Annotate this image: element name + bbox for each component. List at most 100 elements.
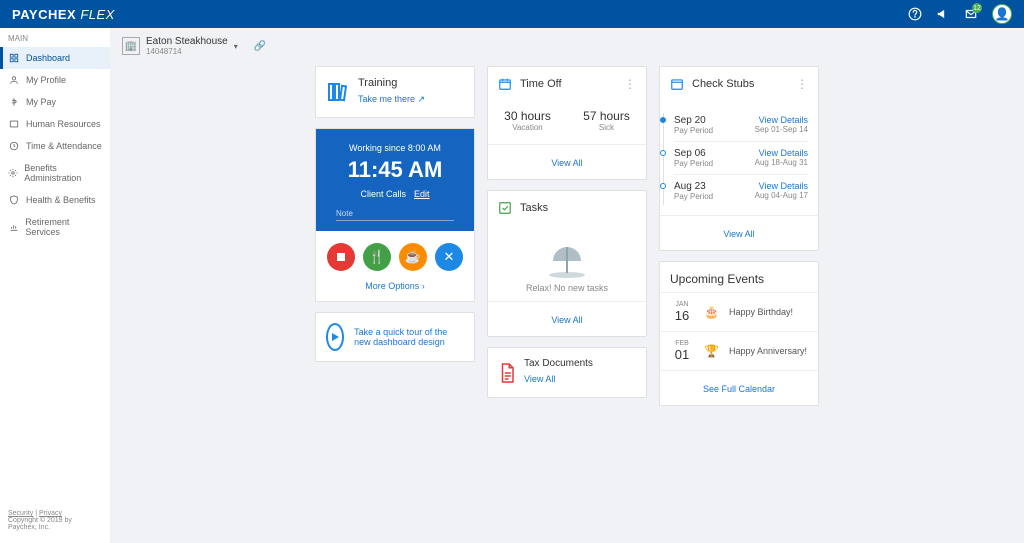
stub-item[interactable]: Aug 23Pay Period View DetailsAug 04-Aug … [674, 175, 808, 207]
stub-details-link[interactable]: View Details [755, 115, 808, 125]
stub-item[interactable]: Sep 20Pay Period View DetailsSep 01-Sep … [674, 109, 808, 142]
timeoff-view-all[interactable]: View All [551, 158, 582, 168]
megaphone-icon[interactable] [936, 7, 950, 21]
transfer-button[interactable]: ✕ [435, 243, 463, 271]
stub-date: Aug 23 [674, 181, 713, 192]
break-button[interactable]: ☕ [399, 243, 427, 271]
tour-card: Take a quick tour of the new dashboard d… [315, 312, 475, 362]
sidebar-item-label: My Pay [26, 97, 56, 107]
cake-icon: 🎂 [704, 305, 719, 319]
company-id: 14048714 [146, 47, 228, 56]
event-item[interactable]: JAN16 🎂 Happy Birthday! [660, 292, 818, 331]
timeline-dot-icon [660, 150, 666, 156]
events-title: Upcoming Events [660, 262, 818, 292]
clock-since: Working since 8:00 AM [326, 143, 464, 153]
tasks-empty-text: Relax! No new tasks [488, 283, 646, 293]
sidebar-item-label: Time & Attendance [26, 141, 102, 151]
notif-badge: 12 [972, 3, 982, 13]
vacation-hours: 30 hours [504, 109, 551, 123]
stubs-view-all[interactable]: View All [723, 229, 754, 239]
tour-link[interactable]: Take a quick tour of the new dashboard d… [354, 327, 464, 347]
vacation-label: Vacation [504, 123, 551, 132]
see-full-calendar[interactable]: See Full Calendar [703, 384, 775, 394]
meal-button[interactable]: 🍴 [363, 243, 391, 271]
stub-details-link[interactable]: View Details [755, 181, 808, 191]
avatar[interactable]: 👤 [992, 4, 1012, 24]
sidebar-item-benefits-admin[interactable]: Benefits Administration [0, 157, 110, 189]
sidebar-item-label: Dashboard [26, 53, 70, 63]
event-day: 01 [670, 347, 694, 362]
training-title: Training [358, 77, 425, 89]
stub-range: Aug 18-Aug 31 [755, 158, 808, 167]
sick-label: Sick [583, 123, 630, 132]
sidebar-item-my-profile[interactable]: My Profile [0, 69, 110, 91]
event-label: Happy Anniversary! [729, 346, 807, 356]
more-options-link[interactable]: More Options › [316, 277, 474, 301]
trophy-icon: 🏆 [704, 344, 719, 358]
sidebar: MAIN Dashboard My Profile My Pay Human R… [0, 28, 110, 543]
clock-card: Working since 8:00 AM 11:45 AM Client Ca… [315, 128, 475, 302]
calendar-icon [670, 77, 684, 91]
header-actions: 12 👤 [908, 4, 1012, 24]
footer-privacy-link[interactable]: Privacy [39, 510, 62, 517]
help-icon[interactable] [908, 7, 922, 21]
sidebar-item-my-pay[interactable]: My Pay [0, 91, 110, 113]
clock-icon [8, 141, 20, 151]
company-name: Eaton Steakhouse [146, 36, 228, 47]
more-icon[interactable]: ⋮ [796, 77, 808, 91]
dashboard-icon [8, 53, 20, 63]
tasks-view-all[interactable]: View All [551, 315, 582, 325]
stop-button[interactable] [327, 243, 355, 271]
tax-title: Tax Documents [524, 358, 593, 369]
stub-details-link[interactable]: View Details [755, 148, 808, 158]
calendar-icon [498, 77, 512, 91]
sidebar-item-time[interactable]: Time & Attendance [0, 135, 110, 157]
play-button[interactable] [326, 323, 344, 351]
clock-time: 11:45 AM [326, 157, 464, 183]
sidebar-item-dashboard[interactable]: Dashboard [0, 47, 110, 69]
tasks-card: Tasks Relax! No new tasks View All [487, 190, 647, 337]
sidebar-item-label: Retirement Services [25, 217, 102, 237]
sidebar-item-retirement[interactable]: Retirement Services [0, 211, 110, 243]
brand-name: PAYCHEX [12, 7, 76, 22]
timeoff-title: Time Off [520, 78, 616, 90]
hr-icon [8, 119, 20, 129]
training-link[interactable]: Take me there ↗ [358, 94, 425, 104]
sidebar-item-label: Benefits Administration [24, 163, 102, 183]
events-card: Upcoming Events JAN16 🎂 Happy Birthday! … [659, 261, 819, 406]
clock-note-input[interactable]: Note [336, 209, 454, 221]
app-header: PAYCHEX FLEX 12 👤 [0, 0, 1024, 28]
tax-view-all[interactable]: View All [524, 374, 555, 384]
more-icon[interactable]: ⋮ [624, 77, 636, 91]
mail-icon[interactable]: 12 [964, 7, 978, 21]
clock-activity: Client Calls [360, 189, 406, 199]
timeline-dot-icon [660, 183, 666, 189]
event-month: FEB [670, 340, 694, 347]
event-item[interactable]: FEB01 🏆 Happy Anniversary! [660, 331, 818, 370]
sidebar-item-label: My Profile [26, 75, 66, 85]
stubs-title: Check Stubs [692, 78, 788, 90]
footer-security-link[interactable]: Security [8, 510, 33, 517]
event-label: Happy Birthday! [729, 307, 793, 317]
link-icon[interactable]: 🔗 [254, 41, 266, 52]
books-icon [326, 80, 350, 104]
document-icon [498, 362, 516, 384]
timeoff-card: Time Off ⋮ 30 hours Vacation 57 hours Si… [487, 66, 647, 180]
profile-icon [8, 75, 20, 85]
sidebar-item-health[interactable]: Health & Benefits [0, 189, 110, 211]
logo: PAYCHEX FLEX [12, 7, 115, 22]
building-icon: 🏢 [122, 37, 140, 55]
main-content: 🏢 Eaton Steakhouse 14048714 ▾ 🔗 Training [110, 28, 1024, 543]
event-day: 16 [670, 308, 694, 323]
sidebar-item-hr[interactable]: Human Resources [0, 113, 110, 135]
chevron-down-icon[interactable]: ▾ [234, 42, 238, 51]
check-icon [498, 201, 512, 215]
stub-item[interactable]: Sep 06Pay Period View DetailsAug 18-Aug … [674, 142, 808, 175]
sidebar-item-label: Health & Benefits [26, 195, 96, 205]
gear-icon [8, 168, 18, 178]
timeline-dot-icon [660, 117, 666, 123]
clock-edit-link[interactable]: Edit [414, 189, 430, 199]
stub-range: Sep 01-Sep 14 [755, 125, 808, 134]
chart-icon [8, 222, 19, 232]
company-selector[interactable]: 🏢 Eaton Steakhouse 14048714 ▾ 🔗 [122, 36, 1012, 56]
